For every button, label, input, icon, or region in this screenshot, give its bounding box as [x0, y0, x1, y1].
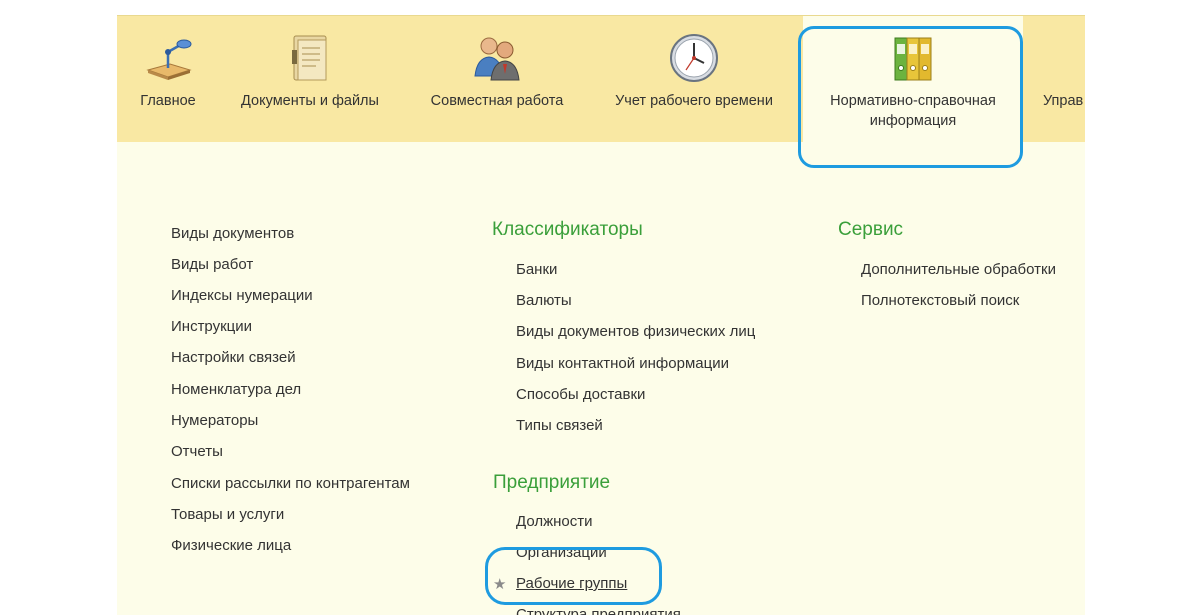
link-item[interactable]: Отчеты: [171, 443, 223, 460]
section-label-line1: Нормативно-справочная: [830, 93, 996, 109]
section-time-tracking[interactable]: Учет рабочего времени: [599, 16, 789, 142]
link-item[interactable]: Индексы нумерации: [171, 287, 313, 304]
section-label: Документы и файлы: [241, 93, 379, 109]
section-title: Сервис: [838, 219, 904, 240]
section-label: Совместная работа: [430, 93, 564, 109]
link-item[interactable]: Дополнительные обработки: [861, 261, 1056, 278]
link-item[interactable]: Номенклатура дел: [171, 381, 301, 398]
link-item[interactable]: Виды документов физических лиц: [516, 323, 755, 340]
section-label: Главное: [140, 93, 196, 109]
people-icon: [474, 37, 520, 81]
clock-icon: [670, 34, 718, 82]
section-label-line2: информация: [869, 113, 957, 129]
link-item[interactable]: Валюты: [516, 292, 572, 309]
favorite-star-icon[interactable]: ★: [493, 575, 506, 593]
link-item[interactable]: Физические лица: [171, 537, 291, 554]
documents-folder-icon: [292, 35, 327, 81]
link-item[interactable]: Виды контактной информации: [516, 355, 729, 372]
link-item[interactable]: Товары и услуги: [171, 506, 284, 523]
link-item[interactable]: Типы связей: [516, 417, 603, 434]
link-item[interactable]: Организации: [516, 544, 607, 561]
section-management[interactable]: Управ: [1037, 16, 1085, 142]
section-label: Управ: [1043, 93, 1084, 109]
link-item[interactable]: Списки рассылки по контрагентам: [171, 475, 410, 492]
section-label: Нормативно-справочная информация: [803, 91, 1023, 131]
section-label: Учет рабочего времени: [615, 93, 773, 109]
link-item[interactable]: Структура предприятия: [516, 606, 681, 615]
link-item[interactable]: Должности: [516, 513, 593, 530]
desk-lamp-icon: [146, 39, 192, 80]
binders-icon: [894, 37, 932, 81]
link-item[interactable]: Настройки связей: [171, 349, 296, 366]
link-item[interactable]: Виды документов: [171, 225, 294, 242]
link-item[interactable]: Банки: [516, 261, 557, 278]
app-window: Главное Документы и файлы Совместная раб…: [117, 15, 1085, 615]
section-collaboration[interactable]: Совместная работа: [417, 16, 577, 142]
section-main[interactable]: Главное: [129, 16, 207, 142]
link-item[interactable]: Инструкции: [171, 318, 252, 335]
sections-toolbar: Главное Документы и файлы Совместная раб…: [117, 15, 1085, 168]
section-title: Классификаторы: [492, 219, 643, 240]
link-item[interactable]: Виды работ: [171, 256, 253, 273]
link-item[interactable]: Полнотекстовый поиск: [861, 292, 1019, 309]
link-item[interactable]: Способы доставки: [516, 386, 645, 403]
link-item[interactable]: Нумераторы: [171, 412, 258, 429]
section-title: Предприятие: [493, 472, 611, 493]
link-item-work-groups[interactable]: Рабочие группы: [516, 575, 627, 592]
section-reference-info[interactable]: Нормативно-справочная информация: [803, 16, 1023, 142]
section-documents[interactable]: Документы и файлы: [229, 16, 391, 142]
